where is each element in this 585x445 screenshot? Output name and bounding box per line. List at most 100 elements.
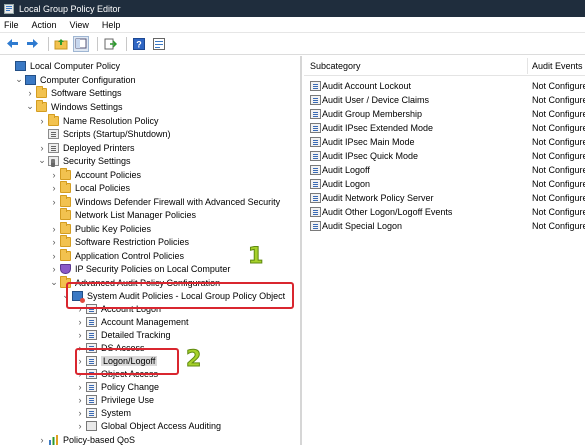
list-item[interactable]: Audit Logoff Not Configured (304, 163, 585, 177)
chevron-right-icon[interactable]: › (50, 264, 58, 274)
chevron-down-icon[interactable]: ⌄ (15, 74, 23, 85)
tree-node-account-management[interactable]: › Account Management (76, 315, 189, 328)
up-folder-icon[interactable] (53, 36, 69, 52)
tree-node-label: Network List Manager Policies (75, 209, 197, 220)
menu-action[interactable]: Action (32, 20, 57, 30)
column-header-audit-events[interactable]: Audit Events (532, 61, 583, 71)
tree-node-windows-settings[interactable]: ⌄ Windows Settings (26, 99, 123, 113)
chevron-right-icon[interactable]: › (76, 382, 84, 392)
step-number-badge: 2 (185, 347, 202, 373)
window-title: Local Group Policy Editor (19, 3, 121, 14)
audit-setting-icon (310, 95, 321, 105)
chevron-right-icon[interactable]: › (50, 197, 58, 207)
list-item[interactable]: Audit Group Membership Not Configured (304, 107, 585, 121)
highlight-box-system-audit (66, 282, 294, 309)
security-lock-icon (48, 155, 59, 166)
tree-node-application-control[interactable]: › Application Control Policies (50, 248, 185, 262)
chevron-right-icon[interactable]: › (26, 88, 34, 98)
chevron-right-icon[interactable]: › (50, 183, 58, 193)
tree-node-system[interactable]: › System (76, 406, 131, 419)
list-item[interactable]: Audit User / Device Claims Not Configure… (304, 93, 585, 107)
properties-icon[interactable] (151, 36, 167, 52)
list-item[interactable]: Audit IPsec Quick Mode Not Configured (304, 149, 585, 163)
chevron-right-icon[interactable]: › (38, 143, 46, 153)
audit-setting-icon (310, 151, 321, 161)
chevron-right-icon[interactable]: › (76, 421, 84, 431)
highlight-box-logon-logoff (75, 348, 179, 375)
audit-events-value: Not Configured (532, 123, 585, 133)
chevron-right-icon[interactable]: › (50, 237, 58, 247)
tree-node-label: Deployed Printers (63, 142, 135, 153)
chevron-right-icon[interactable]: › (50, 251, 58, 261)
menu-help[interactable]: Help (102, 20, 121, 30)
chevron-right-icon[interactable]: › (76, 395, 84, 405)
audit-events-value: Not Configured (532, 137, 585, 147)
list-item[interactable]: Audit Network Policy Server Not Configur… (304, 191, 585, 205)
audit-setting-icon (310, 81, 321, 91)
tree-node-name-resolution-policy[interactable]: › Name Resolution Policy (38, 113, 159, 127)
list-item[interactable]: Audit Logon Not Configured (304, 177, 585, 191)
tree-node-account-policies[interactable]: › Account Policies (50, 167, 141, 181)
list-item[interactable]: Audit IPsec Main Mode Not Configured (304, 135, 585, 149)
chevron-right-icon[interactable]: › (38, 435, 46, 445)
export-list-icon[interactable] (102, 36, 118, 52)
list-item[interactable]: Audit Special Logon Not Configured (304, 219, 585, 233)
chevron-right-icon[interactable]: › (76, 330, 84, 340)
tree-node-computer-configuration[interactable]: ⌄ Computer Configuration (15, 73, 136, 86)
audit-category-icon (86, 329, 97, 340)
chevron-right-icon[interactable]: › (38, 116, 46, 126)
folder-icon (60, 234, 71, 247)
tree-node-deployed-printers[interactable]: › Deployed Printers (38, 141, 135, 154)
tree-node-detailed-tracking[interactable]: › Detailed Tracking (76, 328, 171, 341)
tree-node-label: Public Key Policies (75, 223, 152, 234)
menu-view[interactable]: View (70, 20, 89, 30)
chevron-down-icon[interactable]: ⌄ (26, 101, 34, 112)
tree-node-local-policies[interactable]: › Local Policies (50, 180, 131, 194)
audit-events-value: Not Configured (532, 81, 585, 91)
forward-icon[interactable] (24, 36, 40, 52)
tree-node-network-list-manager[interactable]: Network List Manager Policies (50, 207, 197, 221)
tree-node-privilege-use[interactable]: › Privilege Use (76, 393, 154, 406)
column-divider[interactable] (527, 58, 528, 74)
tree-node-label: Software Settings (51, 87, 122, 98)
tree-node-policy-based-qos[interactable]: › Policy-based QoS (38, 433, 135, 445)
column-header-subcategory[interactable]: Subcategory (310, 61, 361, 71)
back-icon[interactable] (4, 36, 20, 52)
audit-setting-icon (310, 207, 321, 217)
tree-node-ip-security-policies[interactable]: › IP Security Policies on Local Computer (50, 262, 230, 275)
computer-icon (25, 74, 36, 85)
tree-node-label: Policy Change (101, 381, 160, 392)
tree-node-scripts[interactable]: Scripts (Startup/Shutdown) (38, 127, 171, 140)
tree-node-label: Local Policies (75, 182, 131, 193)
audit-setting-icon (310, 165, 321, 175)
chevron-down-icon[interactable]: ⌄ (50, 277, 58, 288)
tree-node-label: Software Restriction Policies (75, 236, 190, 247)
subcategory-name: Audit Other Logon/Logoff Events (322, 207, 453, 217)
tree-node-global-object-access[interactable]: › Global Object Access Auditing (76, 419, 221, 432)
help-icon[interactable]: ? (131, 36, 147, 52)
menu-file[interactable]: File (4, 20, 19, 30)
folder-icon (36, 99, 47, 112)
tree-node-software-settings[interactable]: › Software Settings (26, 85, 122, 99)
chevron-right-icon[interactable]: › (76, 408, 84, 418)
tree-node-label: Application Control Policies (75, 250, 185, 261)
tree-node-security-settings[interactable]: ⌄ Security Settings (38, 154, 131, 167)
chevron-right-icon[interactable]: › (50, 170, 58, 180)
chevron-right-icon[interactable]: › (76, 317, 84, 327)
tree-node-software-restriction[interactable]: › Software Restriction Policies (50, 234, 190, 248)
tree-node-windows-defender-firewall[interactable]: › Windows Defender Firewall with Advance… (50, 194, 280, 208)
show-hide-tree-icon[interactable] (73, 35, 89, 52)
list-item[interactable]: Audit IPsec Extended Mode Not Configured (304, 121, 585, 135)
tree-node-public-key-policies[interactable]: › Public Key Policies (50, 221, 152, 235)
chevron-right-icon[interactable]: › (50, 224, 58, 234)
folder-icon (60, 248, 71, 261)
tree-node-policy-change[interactable]: › Policy Change (76, 380, 159, 393)
list-item[interactable]: Audit Other Logon/Logoff Events Not Conf… (304, 205, 585, 219)
chevron-down-icon[interactable]: ⌄ (38, 155, 46, 166)
audit-setting-icon (310, 137, 321, 147)
tree-node-label: IP Security Policies on Local Computer (75, 263, 231, 274)
audit-category-icon (86, 394, 97, 405)
subcategory-name: Audit Special Logon (322, 221, 403, 231)
list-item[interactable]: Audit Account Lockout Not Configured (304, 79, 585, 93)
tree-node-local-computer-policy[interactable]: Local Computer Policy (5, 59, 120, 72)
